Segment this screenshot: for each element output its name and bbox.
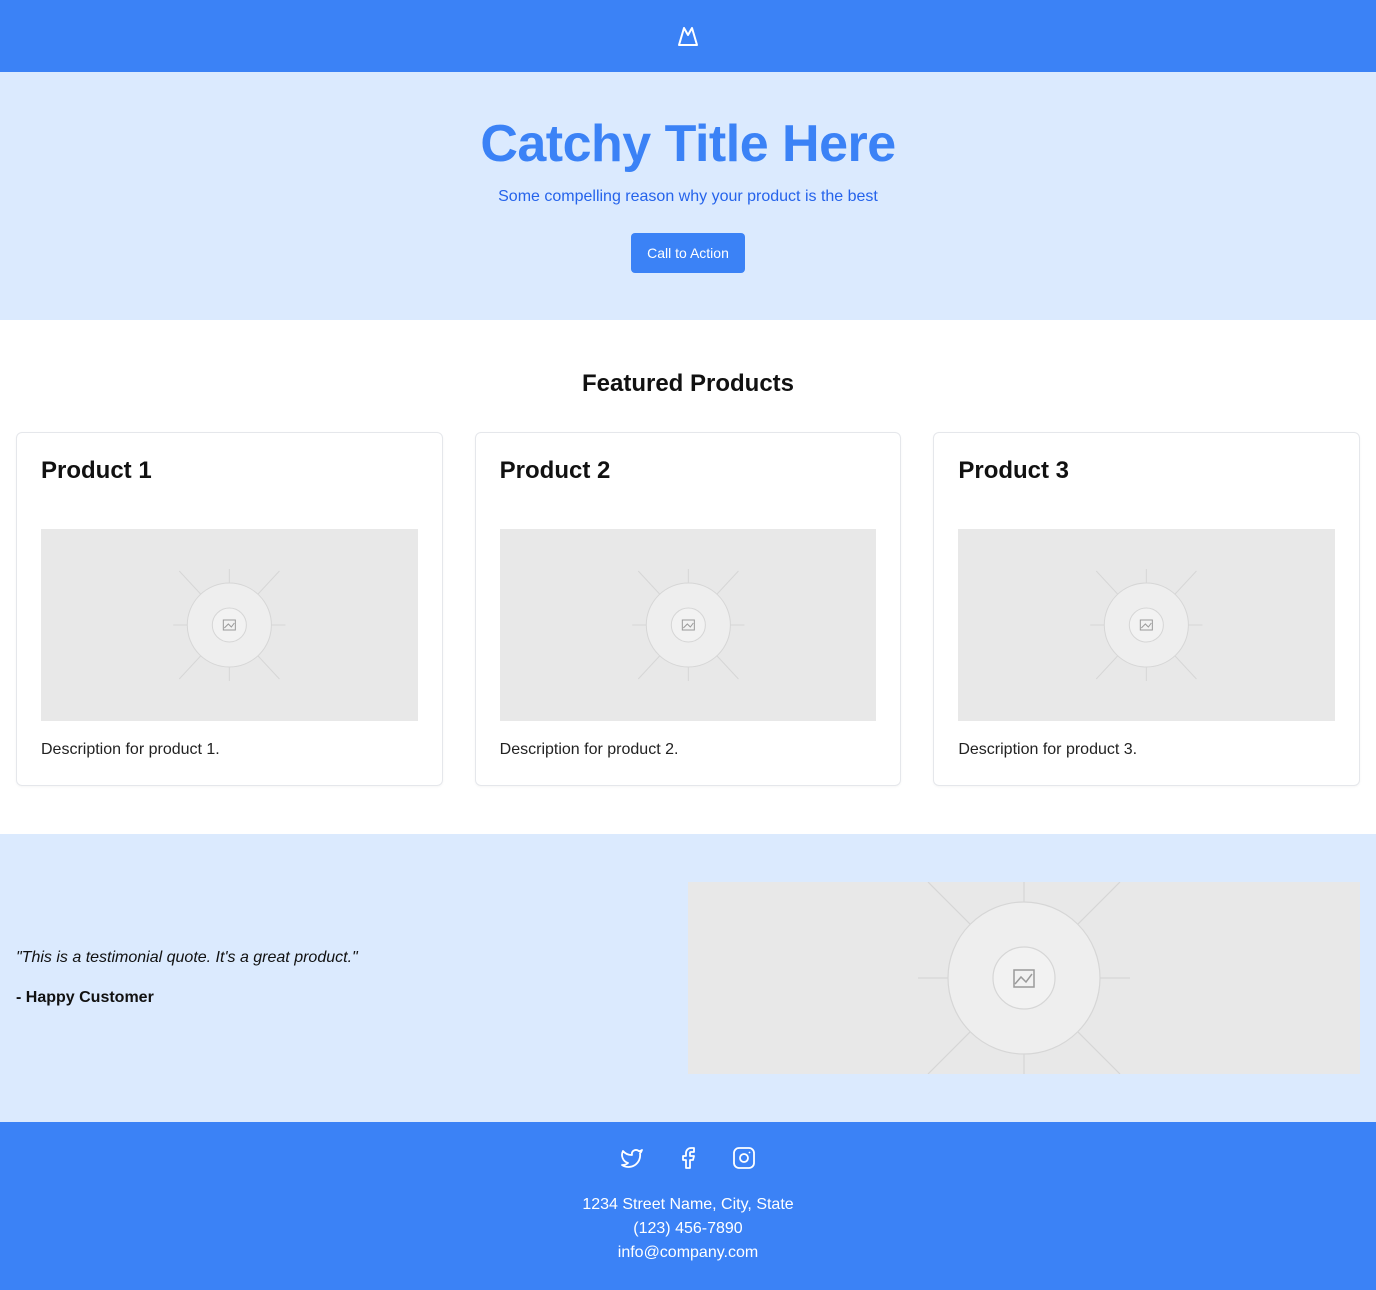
hero-section: Catchy Title Here Some compelling reason…	[0, 72, 1376, 320]
product-card[interactable]: Product 1 Description for product 1.	[16, 432, 443, 786]
email-text[interactable]: info@company.com	[0, 1241, 1376, 1265]
product-title: Product 1	[41, 457, 152, 484]
twitter-icon	[621, 1149, 643, 1168]
product-card[interactable]: Product 2 Description for product 2.	[474, 432, 902, 786]
product-image-placeholder	[41, 529, 418, 721]
product-description: Description for product 2.	[499, 741, 679, 758]
image-placeholder-icon	[173, 569, 286, 681]
site-footer: 1234 Street Name, City, State (123) 456-…	[0, 1122, 1376, 1290]
contact-info: 1234 Street Name, City, State (123) 456-…	[0, 1193, 1376, 1265]
featured-products-section: Featured Products Product 1 Description …	[0, 320, 1376, 834]
section-heading: Featured Products	[581, 370, 795, 397]
phone-text: (123) 456-7890	[633, 1220, 743, 1237]
testimonial-section: "This is a testimonial quote. It's a gre…	[0, 834, 1376, 1122]
hero-title: Catchy Title Here	[480, 115, 896, 173]
instagram-link[interactable]	[732, 1146, 756, 1170]
top-bar	[0, 0, 1376, 72]
image-placeholder-icon	[918, 882, 1130, 1074]
hero-subtitle: Some compelling reason why your product …	[498, 188, 878, 205]
address-text: 1234 Street Name, City, State	[582, 1196, 794, 1213]
testimonial-quote: "This is a testimonial quote. It's a gre…	[16, 949, 358, 966]
product-description: Description for product 1.	[41, 741, 220, 758]
image-placeholder-icon	[631, 569, 745, 681]
testimonial-author: - Happy Customer	[16, 989, 154, 1006]
call-to-action-button[interactable]: Call to Action	[631, 233, 745, 273]
twitter-link[interactable]	[620, 1146, 644, 1170]
product-card[interactable]: Product 3 Description for product 3.	[933, 432, 1361, 786]
facebook-link[interactable]	[676, 1146, 700, 1170]
social-links	[0, 1146, 1376, 1170]
testimonial-image-placeholder	[688, 882, 1360, 1074]
testimonial-text: "This is a testimonial quote. It's a gre…	[16, 948, 688, 1008]
product-image-placeholder	[499, 529, 877, 721]
product-image-placeholder	[958, 529, 1336, 721]
product-card-list: Product 1 Description for product 1. Pro…	[0, 432, 1376, 786]
product-description: Description for product 3.	[958, 741, 1138, 758]
product-title: Product 3	[958, 457, 1070, 484]
product-title: Product 2	[499, 457, 611, 484]
image-placeholder-icon	[1090, 569, 1203, 681]
mountain-logo-icon[interactable]	[676, 24, 700, 48]
facebook-icon	[682, 1147, 695, 1169]
instagram-icon	[733, 1147, 755, 1169]
